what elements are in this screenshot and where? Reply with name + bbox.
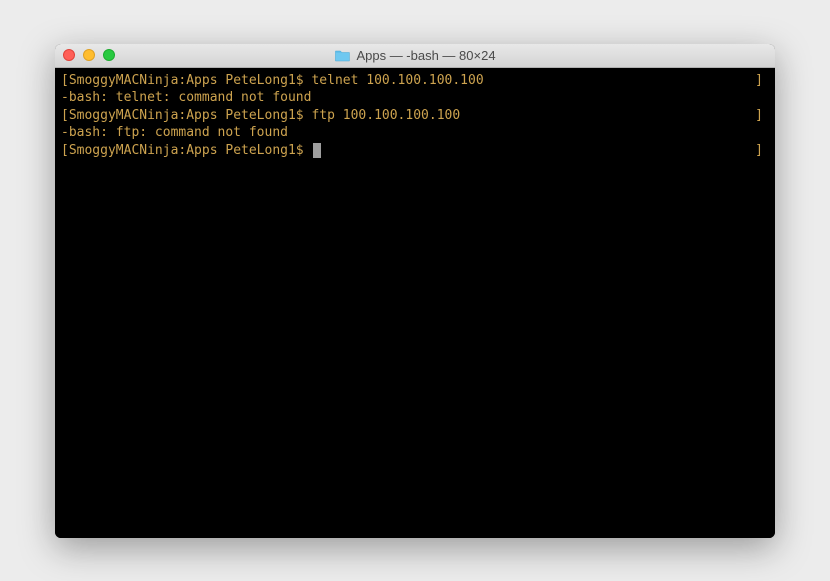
bracket-open: [ xyxy=(61,108,69,123)
cursor xyxy=(313,143,321,158)
terminal-body[interactable]: [SmoggyMACNinja:Apps PeteLong1$ telnet 1… xyxy=(55,68,775,538)
terminal-line: -bash: telnet: command not found xyxy=(61,89,769,107)
bracket-close: ] xyxy=(755,142,763,160)
maximize-button[interactable] xyxy=(103,49,115,61)
traffic-lights xyxy=(63,49,115,61)
command-text: telnet 100.100.100.100 xyxy=(311,73,483,88)
close-button[interactable] xyxy=(63,49,75,61)
terminal-line: [SmoggyMACNinja:Apps PeteLong1$ telnet 1… xyxy=(61,72,769,90)
prompt: SmoggyMACNinja:Apps PeteLong1$ xyxy=(69,73,312,88)
output-text: -bash: ftp: command not found xyxy=(61,125,288,140)
window-title: Apps — -bash — 80×24 xyxy=(356,48,495,63)
terminal-window: Apps — -bash — 80×24 [SmoggyMACNinja:App… xyxy=(55,44,775,538)
bracket-open: [ xyxy=(61,73,69,88)
titlebar[interactable]: Apps — -bash — 80×24 xyxy=(55,44,775,68)
output-text: -bash: telnet: command not found xyxy=(61,90,311,105)
bracket-close: ] xyxy=(755,72,763,90)
terminal-line: [SmoggyMACNinja:Apps PeteLong1$ ftp 100.… xyxy=(61,107,769,125)
folder-icon xyxy=(334,49,350,62)
bracket-open: [ xyxy=(61,143,69,158)
bracket-close: ] xyxy=(755,107,763,125)
prompt: SmoggyMACNinja:Apps PeteLong1$ xyxy=(69,108,312,123)
window-title-area: Apps — -bash — 80×24 xyxy=(334,48,495,63)
terminal-line: -bash: ftp: command not found xyxy=(61,124,769,142)
prompt: SmoggyMACNinja:Apps PeteLong1$ xyxy=(69,143,312,158)
command-text: ftp 100.100.100.100 xyxy=(311,108,460,123)
terminal-line: [SmoggyMACNinja:Apps PeteLong1$ ] xyxy=(61,142,769,160)
minimize-button[interactable] xyxy=(83,49,95,61)
